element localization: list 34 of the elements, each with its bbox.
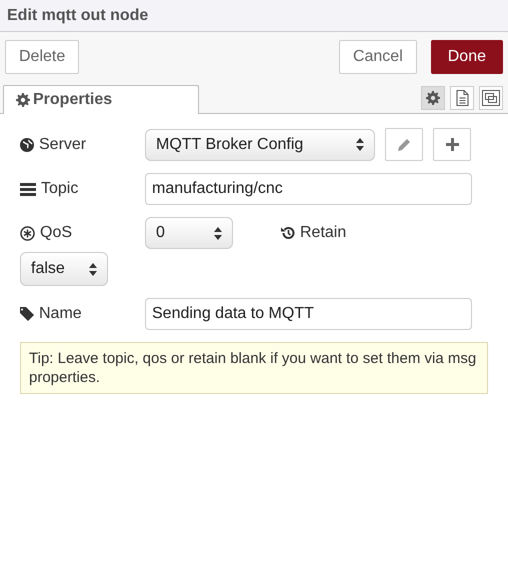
side-tab[interactable] xyxy=(421,86,445,110)
field-label: Retain xyxy=(300,224,346,242)
select-arrows-icon xyxy=(89,262,97,276)
field-label: Name xyxy=(39,305,82,323)
side-tab[interactable] xyxy=(479,86,503,110)
properties-tab[interactable]: Properties xyxy=(3,85,199,114)
done-button[interactable]: Done xyxy=(430,40,503,74)
gear-icon xyxy=(426,90,440,104)
history-icon xyxy=(281,226,295,240)
dialog-button[interactable]: Delete xyxy=(5,40,80,74)
pencil-icon xyxy=(397,138,411,152)
field-label: QoS xyxy=(40,224,72,242)
select-arrows-icon xyxy=(214,226,222,240)
field-label: Server xyxy=(39,136,86,154)
gear-icon xyxy=(16,93,30,107)
tip-text: Tip: Leave topic, qos or retain blank if you want to set them via msg properties. xyxy=(20,342,488,394)
topic-field[interactable]: manufacturing/cnc xyxy=(145,173,472,205)
asterisk-circle-icon xyxy=(20,226,35,240)
field-label: Topic xyxy=(41,180,78,198)
name-field[interactable]: Sending data to MQTT xyxy=(145,298,472,330)
add-button[interactable] xyxy=(433,128,471,161)
server-select[interactable]: MQTT Broker Config xyxy=(145,128,375,160)
frame-icon xyxy=(482,90,500,106)
document-icon xyxy=(456,90,468,106)
side-tab[interactable] xyxy=(450,86,474,110)
select-arrows-icon xyxy=(356,138,364,151)
plus-icon xyxy=(446,138,458,151)
dialog-button[interactable]: Cancel xyxy=(338,40,417,74)
qos-select[interactable]: 0 xyxy=(145,217,233,249)
edit-button[interactable] xyxy=(385,128,423,161)
list-icon xyxy=(20,182,36,196)
retain-select[interactable]: false xyxy=(20,252,108,286)
window-title: Edit mqtt out node xyxy=(7,6,148,24)
tag-icon xyxy=(20,307,34,321)
